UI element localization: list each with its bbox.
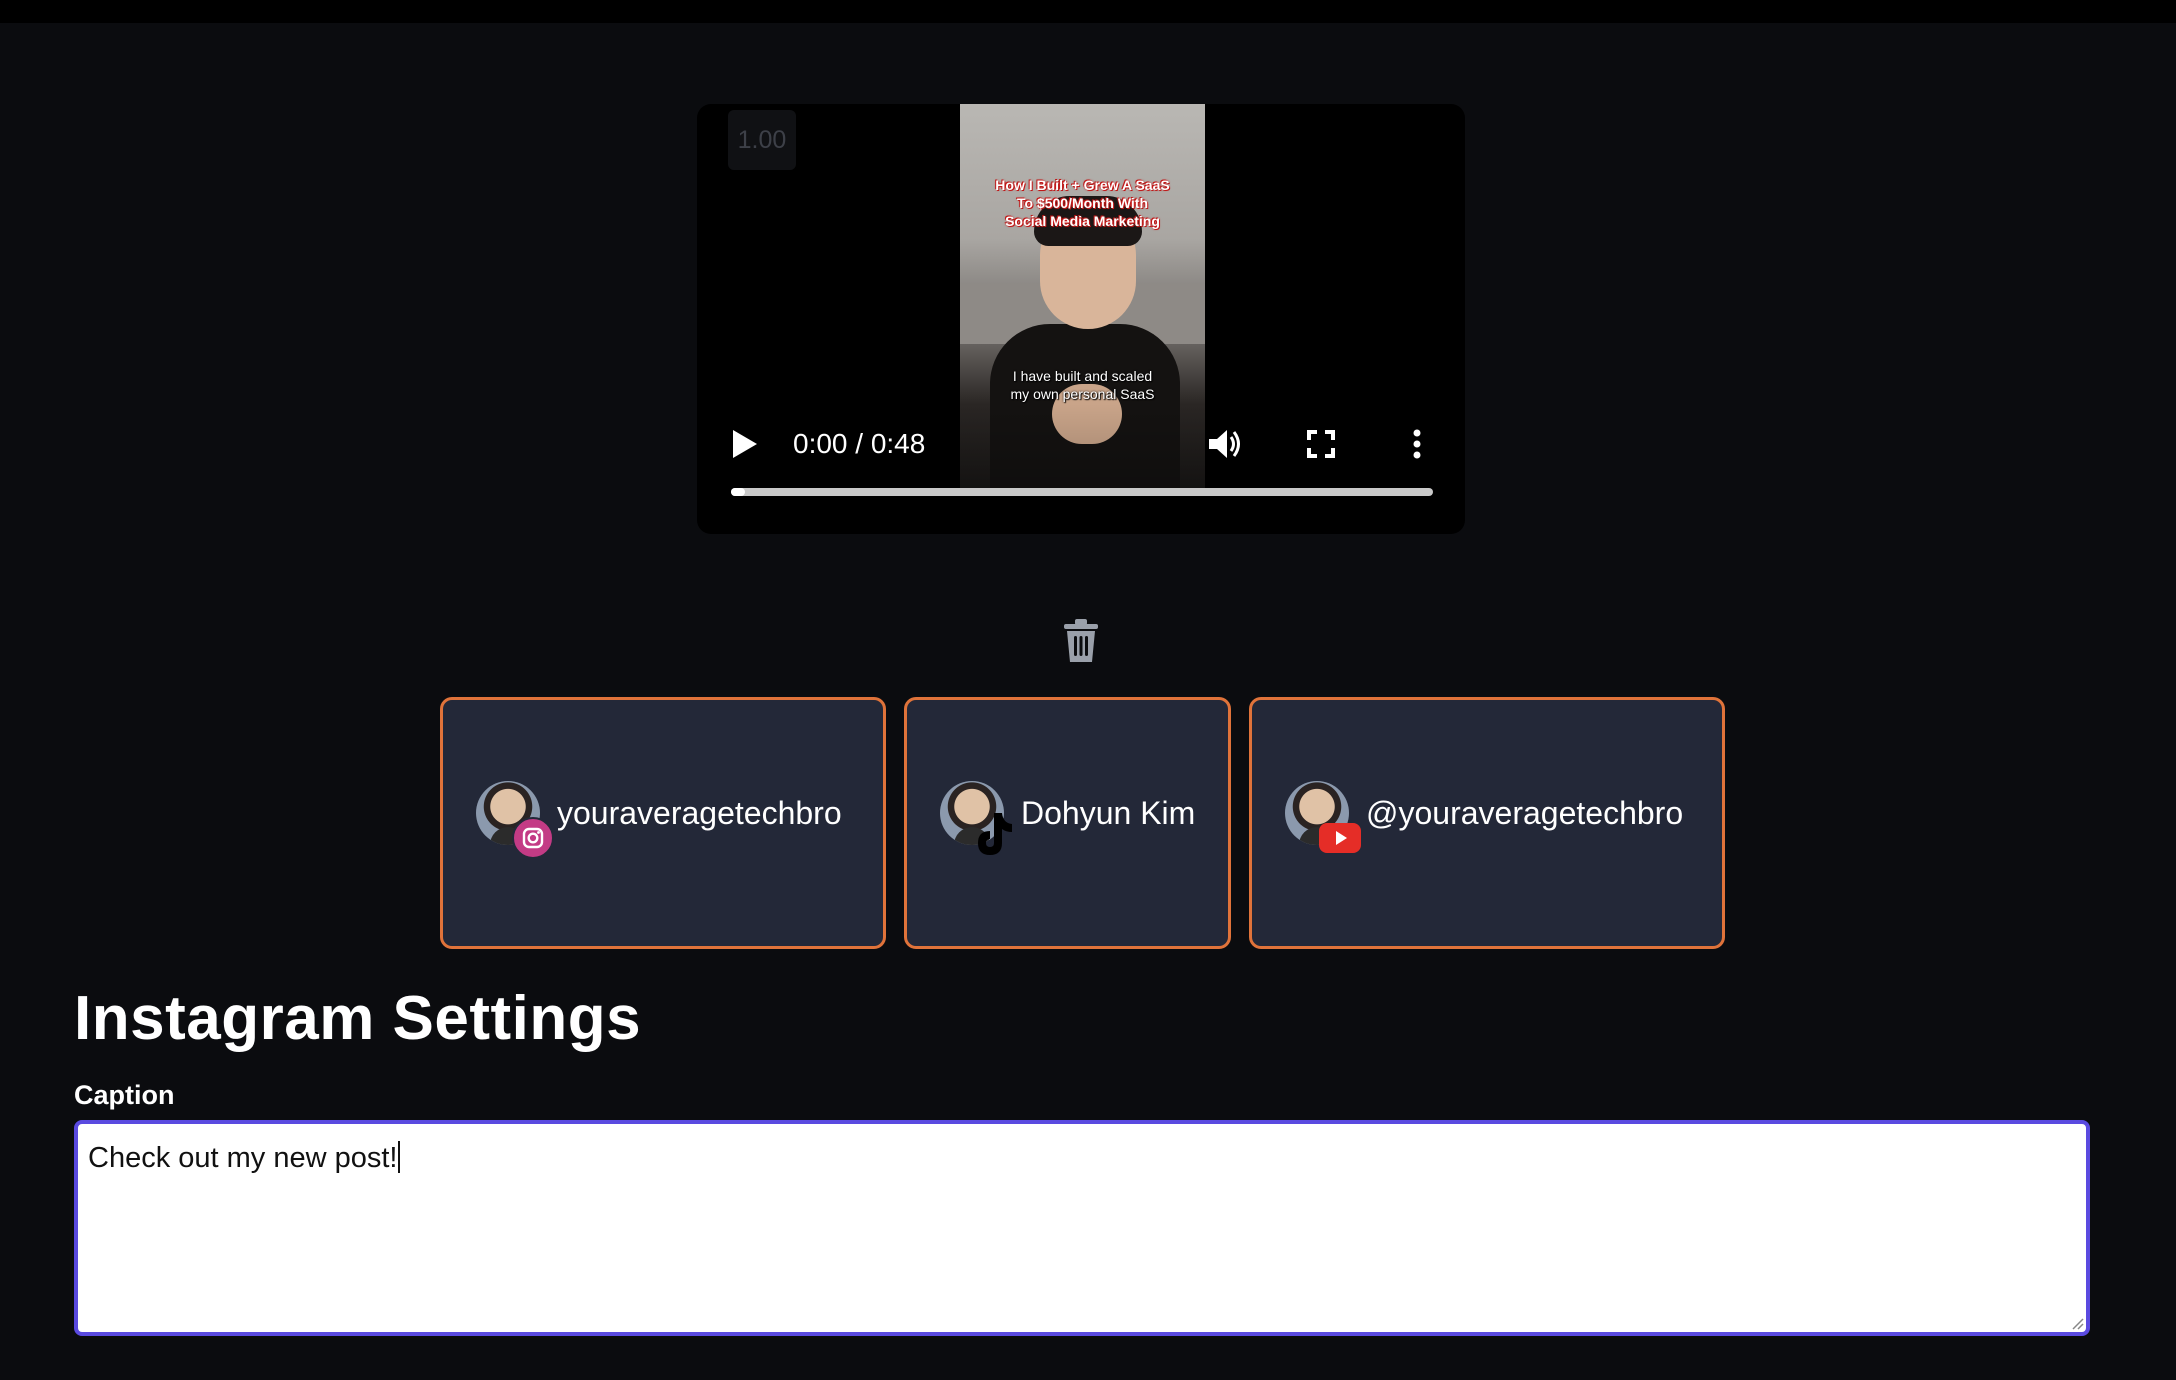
settings-title: Instagram Settings (74, 984, 642, 1053)
play-button[interactable] (727, 424, 761, 464)
video-overlay-caption-line: I have built and scaled (1012, 368, 1153, 384)
account-card-tiktok[interactable]: Dohyun Kim (904, 697, 1231, 949)
text-caret (398, 1141, 401, 1173)
caption-value: Check out my new post! (88, 1138, 401, 1178)
video-overlay-title-line: How I Built + Grew A SaaS (995, 177, 1170, 193)
volume-button[interactable] (1205, 424, 1245, 464)
caption-label: Caption (74, 1080, 175, 1110)
progress-fill (731, 488, 745, 496)
account-avatar-wrap (1285, 781, 1361, 853)
more-vertical-icon (1413, 429, 1421, 459)
fullscreen-icon (1307, 430, 1335, 458)
delete-button[interactable] (1061, 618, 1101, 664)
resize-grip-icon[interactable] (2068, 1314, 2084, 1330)
fullscreen-button[interactable] (1301, 424, 1341, 464)
caption-textarea[interactable]: Check out my new post! (74, 1120, 2090, 1336)
account-card-instagram[interactable]: youraveragetechbro (440, 697, 886, 949)
time-display: 0:00 / 0:48 (793, 428, 926, 459)
instagram-icon (512, 817, 554, 859)
progress-bar[interactable] (731, 488, 1433, 496)
playback-speed-badge[interactable]: 1.00 (728, 110, 796, 170)
account-card-youtube[interactable]: @youraveragetechbro (1249, 697, 1725, 949)
youtube-icon (1319, 823, 1361, 853)
volume-icon (1209, 430, 1240, 458)
account-avatar-wrap (476, 781, 554, 859)
video-overlay-title-line: To $500/Month With (1016, 195, 1149, 211)
video-overlay-caption-line: my own personal SaaS (1010, 386, 1155, 402)
top-bar (0, 0, 2176, 23)
video-overlay-caption: I have built and scaled my own personal … (960, 367, 1205, 403)
account-name: @youraveragetechbro (1366, 795, 1684, 831)
account-avatar-wrap (940, 781, 1012, 855)
tiktok-icon (978, 813, 1012, 855)
more-options-button[interactable] (1397, 424, 1437, 464)
account-name: Dohyun Kim (1021, 795, 1196, 831)
video-overlay-title: How I Built + Grew A SaaS To $500/Month … (960, 176, 1205, 230)
video-overlay-title-line: Social Media Marketing (1005, 213, 1160, 229)
account-name: youraveragetechbro (557, 795, 842, 831)
play-icon (733, 430, 757, 458)
trash-icon (1064, 619, 1098, 662)
caption-value-text: Check out my new post! (88, 1142, 398, 1174)
video-player[interactable]: How I Built + Grew A SaaS To $500/Month … (697, 104, 1465, 534)
